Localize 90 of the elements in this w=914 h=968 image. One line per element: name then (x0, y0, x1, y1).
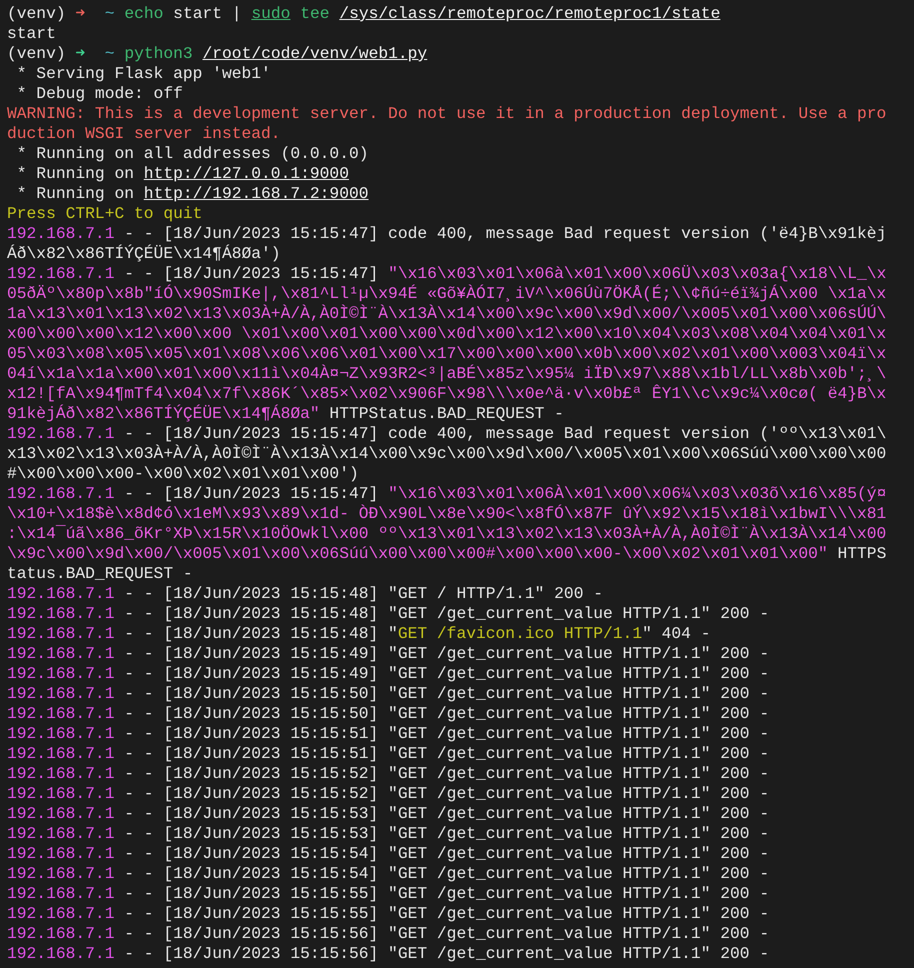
client-ip: 192.168.7.1 (7, 724, 114, 743)
request-payload: "\x16\x03\x01\x06à\x01\x00\x06Ü\x03\x03a{\x18\\L_\x (388, 264, 886, 283)
client-ip: 192.168.7.1 (7, 664, 114, 683)
client-ip: 192.168.7.1 (7, 644, 114, 663)
client-ip: 192.168.7.1 (7, 744, 114, 763)
terminal-text: - - [18/Jun/2023 15:15:48] " (123, 624, 398, 643)
terminal-text: - - [18/Jun/2023 15:15:51] "GET /get_current_value HTTP/1.1" 200 - (123, 744, 770, 763)
terminal-text: (venv) (7, 44, 67, 63)
terminal-text: - - [18/Jun/2023 15:15:49] "GET /get_current_value HTTP/1.1" 200 - (123, 644, 770, 663)
terminal-text: x13\x02\x13\x03À+À/À,À0Ì©Ì¨À\x13À\x14\x00\x9c\x00\x9d\x00/\x005\x01\x00\x06Súú\x00\x00\x00 (7, 444, 886, 463)
file-path: /root/code/venv/web1.py (202, 44, 428, 63)
client-ip: 192.168.7.1 (7, 904, 114, 923)
url-link[interactable]: http://192.168.7.2:9000 (144, 184, 369, 203)
terminal-text: (venv) (7, 4, 67, 23)
terminal-text: - - [18/Jun/2023 15:15:56] "GET /get_current_value HTTP/1.1" 200 - (123, 924, 770, 943)
terminal-text: HTTPStatus.BAD_REQUEST - (328, 404, 564, 423)
terminal-text: - - [18/Jun/2023 15:15:48] "GET /get_current_value HTTP/1.1" 200 - (123, 604, 770, 623)
url-link[interactable]: http://127.0.0.1:9000 (144, 164, 349, 183)
terminal-text: - - [18/Jun/2023 15:15:49] "GET /get_current_value HTTP/1.1" 200 - (123, 664, 770, 683)
prompt-arrow: ➜ (75, 4, 86, 23)
warning-text: duction WSGI server instead. (7, 124, 281, 143)
terminal-text: - - [18/Jun/2023 15:15:47] code 400, message Bad request version ('ë4}B\x91kèj (123, 224, 886, 243)
terminal-text: * Running on (16, 164, 136, 183)
warning-text: WARNING: This is a development server. Do not use it in a production deployment. Use a pro (7, 104, 886, 123)
terminal-text: start | (172, 4, 243, 23)
client-ip: 192.168.7.1 (7, 484, 114, 503)
client-ip: 192.168.7.1 (7, 704, 114, 723)
request-payload: x00\x00\x00\x12\x00\x00 \x01\x00\x01\x00\x00\x0d\x00\x12\x00\x10\x04\x03\x08\x04\x04\x01\x (7, 324, 886, 343)
terminal-text: - - [18/Jun/2023 15:15:48] "GET / HTTP/1.1" 200 - (123, 584, 604, 603)
terminal-text: - - [18/Jun/2023 15:15:54] "GET /get_current_value HTTP/1.1" 200 - (123, 864, 770, 883)
terminal-text: - - [18/Jun/2023 15:15:47] (123, 484, 380, 503)
client-ip: 192.168.7.1 (7, 224, 114, 243)
terminal-text: Áð\x82\x86TÍÝÇÉÜE\x14¶Á8Øa') (7, 244, 281, 263)
request-payload: :\x14¯úã\x86_õKr°XÞ\x15R\x10ÖOwkl\x00 ºº\x13\x01\x13\x02\x13\x03À+À/À,À0Ì©Ì¨À\x13À\x14\x00 (7, 524, 886, 543)
client-ip: 192.168.7.1 (7, 884, 114, 903)
terminal-text: - - [18/Jun/2023 15:15:54] "GET /get_current_value HTTP/1.1" 200 - (123, 844, 770, 863)
client-ip: 192.168.7.1 (7, 264, 114, 283)
request-payload: 1a\x13\x01\x13\x02\x13\x03À+À/À,À0Ì©Ì¨À\x13À\x14\x00\x9c\x00\x9d\x00/\x005\x01\x00\x06sÚÚ\ (7, 304, 886, 323)
terminal-text: " 404 - (642, 624, 710, 643)
request-payload: 91kèjÁð\x82\x86TÍÝÇÉÜE\x14¶Á8Øa" (7, 404, 320, 423)
terminal-text: * Serving Flask app 'web1' (16, 64, 271, 83)
prompt-arrow: ➜ (75, 44, 86, 63)
current-directory: ~ (104, 4, 116, 23)
request-payload: \x10+\x18$è\x8d¢ó\x1eM\x93\x89\x1d- ÒÐ\x90L\x8e\x90<\x8fÓ\x87F ûÝ\x92\x15\x18ì\x1bwI\\\x81 (7, 504, 886, 523)
terminal-text: - - [18/Jun/2023 15:15:55] "GET /get_current_value HTTP/1.1" 200 - (123, 884, 770, 903)
client-ip: 192.168.7.1 (7, 764, 114, 783)
terminal-text: start (7, 24, 56, 43)
terminal-text: - - [18/Jun/2023 15:15:51] "GET /get_current_value HTTP/1.1" 200 - (123, 724, 770, 743)
terminal-text: * Running on (16, 184, 136, 203)
terminal-text: HTTPS (836, 544, 886, 563)
client-ip: 192.168.7.1 (7, 684, 114, 703)
client-ip: 192.168.7.1 (7, 944, 114, 963)
command-name: echo (124, 4, 164, 23)
terminal-text: - - [18/Jun/2023 15:15:47] code 400, message Bad request version ('ºº\x13\x01\ (123, 424, 886, 443)
terminal-text: - - [18/Jun/2023 15:15:55] "GET /get_current_value HTTP/1.1" 200 - (123, 904, 770, 923)
terminal-text: - - [18/Jun/2023 15:15:52] "GET /get_current_value HTTP/1.1" 200 - (123, 784, 770, 803)
terminal-text: - - [18/Jun/2023 15:15:53] "GET /get_current_value HTTP/1.1" 200 - (123, 804, 770, 823)
command-name: tee (299, 4, 331, 23)
request-payload: x12![fA\x94¶mTf4\x04\x7f\x86K´\x85×\x02\x906F\x98\\\x0e^ä·v\x0b£ª ÊY1\\c\x9c¼\x0cø( ë4}B\x (7, 384, 886, 403)
client-ip: 192.168.7.1 (7, 804, 114, 823)
terminal-text: #\x00\x00\x00-\x00\x02\x01\x01\x00') (7, 464, 359, 483)
terminal-text: - - [18/Jun/2023 15:15:47] (123, 264, 380, 283)
terminal-text: - - [18/Jun/2023 15:15:52] "GET /get_current_value HTTP/1.1" 200 - (123, 764, 770, 783)
client-ip: 192.168.7.1 (7, 844, 114, 863)
client-ip: 192.168.7.1 (7, 824, 114, 843)
terminal-text: - - [18/Jun/2023 15:15:50] "GET /get_current_value HTTP/1.1" 200 - (123, 684, 770, 703)
terminal-text: * Debug mode: off (16, 84, 183, 103)
file-path: /sys/class/remoteproc/remoteproc1/state (339, 4, 720, 23)
request-payload: "\x16\x03\x01\x06À\x01\x00\x06¼\x03\x03õ\x16\x85(ý¤ (388, 484, 886, 503)
client-ip: 192.168.7.1 (7, 424, 114, 443)
notice-text: GET /favicon.ico HTTP/1.1 (398, 624, 642, 643)
request-payload: 04í\x1a\x1a\x00\x01\x00\x11ì\x04À¤¬Z\x93R2<³|aBÉ\x85z\x95¼ iÏÐ\x97\x88\x1bl/LL\x8b\x0b';¸\ (7, 364, 886, 383)
client-ip: 192.168.7.1 (7, 624, 114, 643)
client-ip: 192.168.7.1 (7, 784, 114, 803)
terminal-text: tatus.BAD_REQUEST - (7, 564, 193, 583)
terminal-text: - - [18/Jun/2023 15:15:53] "GET /get_current_value HTTP/1.1" 200 - (123, 824, 770, 843)
client-ip: 192.168.7.1 (7, 864, 114, 883)
terminal-text: - - [18/Jun/2023 15:15:56] "GET /get_current_value HTTP/1.1" 200 - (123, 944, 770, 963)
notice-text: Press CTRL+C to quit (7, 204, 202, 223)
client-ip: 192.168.7.1 (7, 584, 114, 603)
client-ip: 192.168.7.1 (7, 604, 114, 623)
terminal-text: * Running on all addresses (0.0.0.0) (16, 144, 369, 163)
request-payload: 05ðÄº\x80p\x8b"íÓ\x90SmIKe|,\x81^Ll¹µ\x94É «Gõ¥ÀÓI7¸iV^\x06Úù7ÖKÅ(É;\\¢ñú÷éï¾jÁ\x00 \x1a\x (7, 284, 886, 303)
command-name: sudo (251, 4, 290, 23)
terminal-text: - - [18/Jun/2023 15:15:50] "GET /get_current_value HTTP/1.1" 200 - (123, 704, 770, 723)
request-payload: \x9c\x00\x9d\x00/\x005\x01\x00\x06Súú\x00\x00\x00#\x00\x00\x00-\x00\x02\x01\x01\x00" (7, 544, 828, 563)
current-directory: ~ (104, 44, 116, 63)
command-name: python3 (124, 44, 194, 63)
request-payload: 05\x03\x08\x05\x05\x01\x08\x06\x06\x01\x00\x17\x00\x00\x00\x0b\x00\x02\x01\x00\x003\x04ï\x (7, 344, 886, 363)
client-ip: 192.168.7.1 (7, 924, 114, 943)
